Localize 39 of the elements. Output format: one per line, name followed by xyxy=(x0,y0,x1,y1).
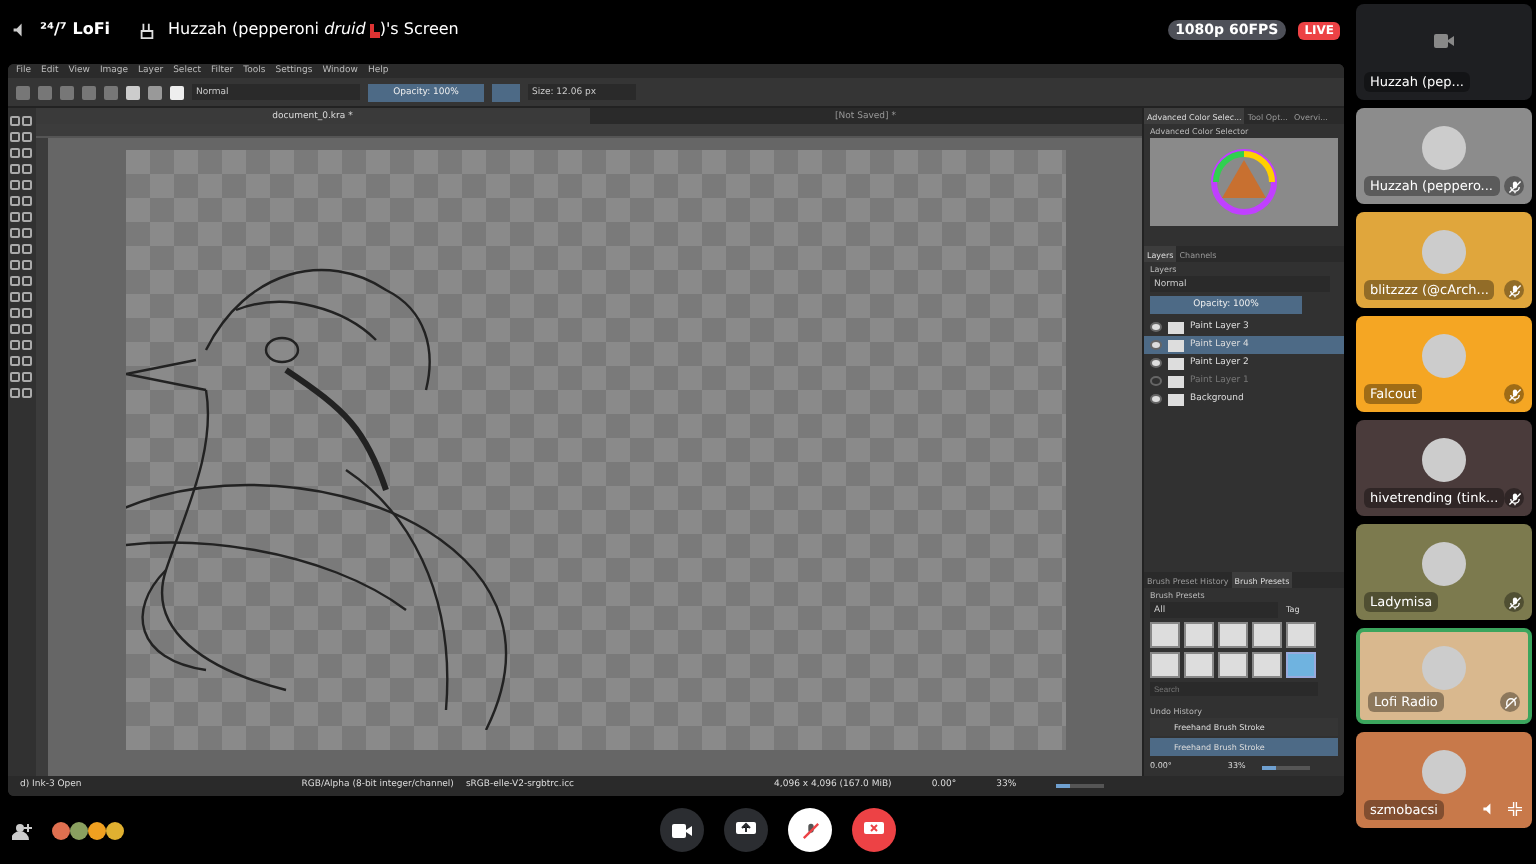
pattern-swatch xyxy=(148,85,162,99)
brush-preset[interactable] xyxy=(1150,622,1180,649)
avatar xyxy=(1422,646,1466,690)
microphone-button[interactable] xyxy=(788,808,832,852)
mic-muted-icon xyxy=(801,821,819,839)
zoom-slider[interactable] xyxy=(1261,765,1310,770)
color-field[interactable] xyxy=(492,83,520,101)
avatar xyxy=(1422,126,1466,170)
stream-title-suffix: )'s Screen xyxy=(379,20,459,40)
brush-preset[interactable] xyxy=(1218,622,1248,649)
add-person-icon[interactable] xyxy=(12,821,32,839)
brush-preset[interactable] xyxy=(1252,652,1282,679)
avatar xyxy=(1422,750,1466,794)
brush-preset[interactable] xyxy=(1286,652,1316,679)
stop-screen-icon xyxy=(864,822,884,838)
screen-share-button[interactable] xyxy=(724,808,768,852)
camera-icon xyxy=(1434,33,1454,47)
color-wheel-icon xyxy=(1210,148,1278,216)
speaker-icon[interactable] xyxy=(1482,802,1496,816)
avatar xyxy=(1422,438,1466,482)
speaker-icon xyxy=(12,22,28,38)
color-swatch xyxy=(170,85,184,99)
avatar xyxy=(1422,334,1466,378)
brush-preset[interactable] xyxy=(1286,622,1316,649)
screen-share-icon xyxy=(736,822,756,838)
brush-preset[interactable] xyxy=(1184,622,1214,649)
gradient-swatch xyxy=(126,85,140,99)
avatar xyxy=(1422,542,1466,586)
stream-title: Huzzah (pepperoni druid xyxy=(168,20,366,40)
brush-preset[interactable] xyxy=(1150,652,1180,679)
brush-preset[interactable] xyxy=(1252,622,1282,649)
stop-stream-button[interactable] xyxy=(852,808,896,852)
camera-icon xyxy=(672,823,692,837)
channel-name: ²⁴/⁷ LoFi xyxy=(40,20,111,40)
brush-preset[interactable] xyxy=(1218,652,1248,679)
brush-preset[interactable] xyxy=(1184,652,1214,679)
camera-button[interactable] xyxy=(660,808,704,852)
avatar xyxy=(1422,230,1466,274)
collapse-icon[interactable] xyxy=(1508,802,1522,816)
